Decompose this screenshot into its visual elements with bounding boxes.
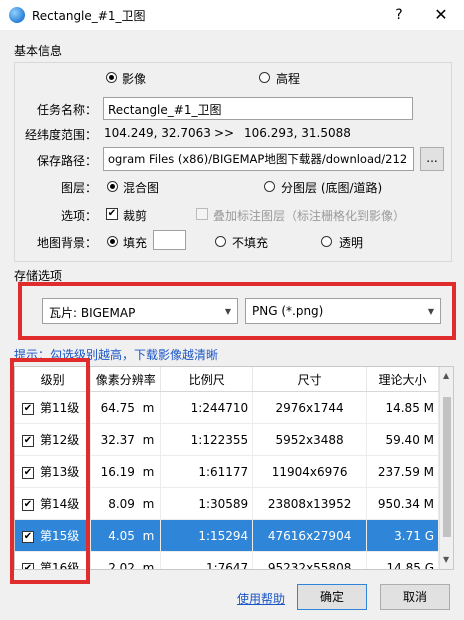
size-cell: 5952x3488 [252,423,368,456]
help-button[interactable]: ? [388,4,410,26]
header-size[interactable]: 尺寸 [252,367,368,392]
chevron-down-icon: ▼ [224,307,231,316]
crop-checkbox[interactable]: ✔ [106,208,118,220]
chevron-down-icon: ▼ [427,307,434,316]
header-theory-size[interactable]: 理论大小 [366,367,439,392]
theory-size-cell: 3.71 G [366,519,439,552]
size-cell: 95232x55808 [252,551,368,569]
app-icon [9,7,25,23]
scale-cell: 1:61177 [160,455,254,488]
theory-size-cell: 14.85 G [366,551,439,569]
save-path-label: 保存路径： [37,154,98,168]
resolution-cell: 32.37 m [90,423,162,456]
table-scrollbar[interactable]: ▲ ▼ [439,367,453,569]
format-select[interactable]: PNG (*.png) ▼ [245,298,441,324]
scale-cell: 1:30589 [160,487,254,520]
scale-cell: 1:15294 [160,519,254,552]
scale-cell: 1:244710 [160,391,254,424]
scroll-down-icon[interactable]: ▼ [443,555,449,564]
mode-imagery-label: 影像 [122,72,147,86]
cancel-button[interactable]: 取消 [380,584,450,610]
layer-split-radio[interactable] [264,181,275,192]
bg-transparent-radio[interactable] [321,236,332,247]
bg-transparent-label: 透明 [339,236,364,250]
bg-nofill-radio[interactable] [215,236,226,247]
resolution-cell: 8.09 m [90,487,162,520]
range-from: 104.249, 32.7063 [104,126,211,140]
range-label: 经纬度范围： [25,128,98,142]
size-cell: 11904x6976 [252,455,368,488]
basic-info-label: 基本信息 [14,44,63,58]
title-bar: Rectangle_#1_卫图 ? ✕ [0,0,464,30]
bg-color-swatch[interactable] [153,230,186,250]
theory-size-cell: 14.85 M [366,391,439,424]
size-cell: 47616x27904 [252,519,368,552]
layer-split-label: 分图层 (底图/道路) [281,181,383,195]
layer-label: 图层： [61,181,98,195]
bg-nofill-label: 不填充 [232,236,269,250]
scroll-thumb[interactable] [443,397,451,537]
layer-mixed-radio[interactable] [107,181,118,192]
level-highlight-box [10,358,90,584]
mode-elevation-label: 高程 [276,72,301,86]
range-arrow: >> [214,126,235,140]
tile-source-select[interactable]: 瓦片: BIGEMAP ▼ [42,298,238,324]
header-resolution[interactable]: 像素分辨率 [90,367,162,392]
bg-fill-label: 填充 [123,236,148,250]
layer-mixed-label: 混合图 [123,181,160,195]
scroll-up-icon[interactable]: ▲ [443,371,449,380]
task-name-label: 任务名称： [37,103,98,117]
format-value: PNG (*.png) [252,304,324,318]
theory-size-cell: 950.34 M [366,487,439,520]
options-label: 选项： [61,209,98,223]
resolution-cell: 4.05 m [90,519,162,552]
scale-cell: 1:7647 [160,551,254,569]
overlay-checkbox[interactable] [196,208,208,220]
task-name-input[interactable]: Rectangle_#1_卫图 [103,97,413,120]
crop-label: 裁剪 [123,209,148,223]
window-title: Rectangle_#1_卫图 [32,9,146,23]
range-to: 106.293, 31.5088 [244,126,351,140]
scale-cell: 1:122355 [160,423,254,456]
tile-source-value: 瓦片: BIGEMAP [49,306,136,320]
theory-size-cell: 237.59 M [366,455,439,488]
resolution-cell: 64.75 m [90,391,162,424]
size-cell: 23808x13952 [252,487,368,520]
bg-fill-radio[interactable] [107,236,118,247]
mode-elevation-radio[interactable] [259,72,270,83]
header-scale[interactable]: 比例尺 [160,367,254,392]
ok-button[interactable]: 确定 [297,584,367,610]
close-icon[interactable]: ✕ [430,4,452,26]
save-path-input[interactable]: ogram Files (x86)/BIGEMAP地图下载器/download/… [103,147,414,171]
overlay-label: 叠加标注图层（标注栅格化到影像） [213,209,406,223]
size-cell: 2976x1744 [252,391,368,424]
bg-label: 地图背景： [37,236,98,250]
resolution-cell: 16.19 m [90,455,162,488]
resolution-cell: 2.02 m [90,551,162,569]
mode-imagery-radio[interactable] [106,72,117,83]
theory-size-cell: 59.40 M [366,423,439,456]
browse-button[interactable]: ... [420,147,444,171]
help-link[interactable]: 使用帮助 [237,590,285,607]
